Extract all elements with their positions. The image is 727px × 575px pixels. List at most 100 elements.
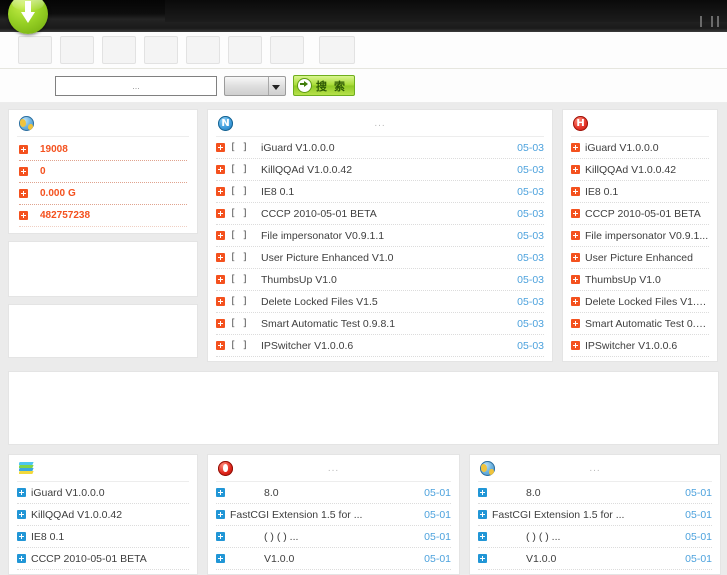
list-item[interactable]: ThumbsUp V1.0 [571,269,709,291]
item-title: KillQQAd V1.0.0.42 [261,163,353,176]
list-item[interactable]: KillQQAd V1.0.0.42 [571,159,709,181]
item-bracket: [ ] [230,318,249,329]
list-item[interactable]: 8.0 05-01 [216,482,451,504]
list-item[interactable]: V1.0.0 05-01 [216,548,451,570]
list-item[interactable]: User Picture Enhanced [571,247,709,269]
item-title: 8.0 [264,486,279,499]
item-title: ( ) ( ) ... [264,530,299,543]
list-item[interactable]: CCCP 2010-05-01 BETA [17,548,189,570]
item-title: FastCGI Extension 1.5 for ... [492,508,625,521]
list-item[interactable]: [ ] File impersonator V0.9.1.1 05-03 [216,225,544,247]
list-item[interactable]: FastCGI Extension 1.5 for ... 05-01 [216,504,451,526]
nav-button-1[interactable] [18,36,52,64]
list-item[interactable]: [ ] CCCP 2010-05-01 BETA 05-03 [216,203,544,225]
item-bracket: [ ] [230,252,249,263]
search-button[interactable]: 搜 索 [293,75,356,96]
item-title: File impersonator V0.9.1... [585,229,709,242]
list-item[interactable]: [ ] User Picture Enhanced V1.0 05-03 [216,247,544,269]
stat-row[interactable]: 482757238 [19,205,187,227]
plus-icon [216,319,225,328]
stat-row[interactable]: 19008 [19,139,187,161]
list-item[interactable]: [ ] KillQQAd V1.0.0.42 05-03 [216,159,544,181]
list-item[interactable]: File impersonator V0.9.1... [571,225,709,247]
item-title: Smart Automatic Test 0.9.8.1 [261,317,396,330]
plus-icon [478,488,487,497]
nav-button-2[interactable] [60,36,94,64]
item-title: CCCP 2010-05-01 BETA [585,207,701,220]
plus-icon [571,165,580,174]
h-circle-icon: H [573,115,588,131]
list-item[interactable]: [ ] iGuard V1.0.0.0 05-03 [216,137,544,159]
list-item[interactable]: 8.0 05-01 [478,482,712,504]
restore-close-group[interactable] [711,16,719,27]
list-item[interactable]: IPSwitcher V1.0.0.6 [571,335,709,357]
plus-icon [571,297,580,306]
plus-icon [571,209,580,218]
item-date: 05-01 [424,530,451,543]
plus-icon [216,510,225,519]
item-date: 05-01 [424,486,451,499]
restore-icon[interactable] [711,16,713,27]
plus-icon [19,189,28,198]
list-item[interactable]: IE8 0.1 [571,181,709,203]
close-icon[interactable] [717,16,719,27]
item-title: IE8 0.1 [585,185,619,198]
bottom-right-list: 8.0 05-01 FastCGI Extension 1.5 for ... … [470,482,720,574]
main-content: 19008 0 0.000 G 482757238 N ... [] iGua… [0,103,727,575]
stat-row[interactable]: 0 [19,161,187,183]
list-item[interactable]: [ ] Delete Locked Files V1.5 05-03 [216,291,544,313]
item-date: 05-03 [517,229,544,242]
hot-panel: H iGuard V1.0.0.0 KillQQAd V1.0.0.42 IE8 [562,109,718,362]
downloads-column: N ... [ ] iGuard V1.0.0.0 05-03 [ ] Kill… [207,109,553,362]
item-title: KillQQAd V1.0.0.42 [585,163,677,176]
list-item[interactable]: [ ] IPSwitcher V1.0.0.6 05-03 [216,335,544,357]
item-date: 05-03 [517,207,544,220]
bottom-left-panel-header [9,455,197,481]
list-item[interactable]: iGuard V1.0.0.0 [17,482,189,504]
list-item[interactable]: [ ] ThumbsUp V1.0 05-03 [216,269,544,291]
window-controls[interactable] [700,16,719,27]
plus-icon [17,488,26,497]
list-item[interactable]: [ ] Smart Automatic Test 0.9.8.1 05-03 [216,313,544,335]
plus-icon [478,510,487,519]
item-title: User Picture Enhanced V1.0 [261,251,394,264]
nav-button-3[interactable] [102,36,136,64]
search-input[interactable] [55,75,217,96]
item-date: 05-03 [517,295,544,308]
globe-icon [19,115,34,131]
nav-button-6[interactable] [228,36,262,64]
stat-unit: G [68,188,76,199]
list-item[interactable]: Delete Locked Files V1.5... [571,291,709,313]
item-date: 05-03 [517,317,544,330]
nav-button-7[interactable] [270,36,304,64]
item-date: 05-01 [685,530,712,543]
list-item[interactable]: iGuard V1.0.0.0 [571,137,709,159]
plus-icon [571,275,580,284]
list-item[interactable]: [ ] IE8 0.1 05-03 [216,181,544,203]
search-bar: 搜 索 [0,69,727,103]
plus-icon [216,209,225,218]
minimize-icon[interactable] [700,16,702,27]
item-bracket: [ ] [230,208,249,219]
downloads-panel: N ... [ ] iGuard V1.0.0.0 05-03 [ ] Kill… [207,109,553,362]
item-title: V1.0.0 [264,552,295,565]
stat-row[interactable]: 0.000 G [19,183,187,205]
bottom-mid-list: 8.0 05-01 FastCGI Extension 1.5 for ... … [208,482,459,574]
nav-button-8[interactable] [319,36,355,64]
bottom-left-list: iGuard V1.0.0.0 KillQQAd V1.0.0.42 IE8 0… [9,482,197,574]
list-item[interactable]: FastCGI Extension 1.5 for ... 05-01 [478,504,712,526]
list-item[interactable]: Smart Automatic Test 0.9... [571,313,709,335]
bottom-mid-panel: ... 8.0 05-01 FastCGI Extension 1.5 for … [207,454,460,575]
plus-icon [216,231,225,240]
item-bracket: [ ] [230,164,249,175]
list-item[interactable]: V1.0.0 05-01 [478,548,712,570]
nav-button-4[interactable] [144,36,178,64]
hot-column: H iGuard V1.0.0.0 KillQQAd V1.0.0.42 IE8 [562,109,718,362]
nav-button-5[interactable] [186,36,220,64]
stat-value: 482757238 [40,210,91,221]
list-item[interactable]: KillQQAd V1.0.0.42 [17,504,189,526]
list-item[interactable]: CCCP 2010-05-01 BETA [571,203,709,225]
header-ellipsis: ... [374,117,386,129]
search-category-select[interactable] [224,75,286,96]
plus-icon [571,231,580,240]
